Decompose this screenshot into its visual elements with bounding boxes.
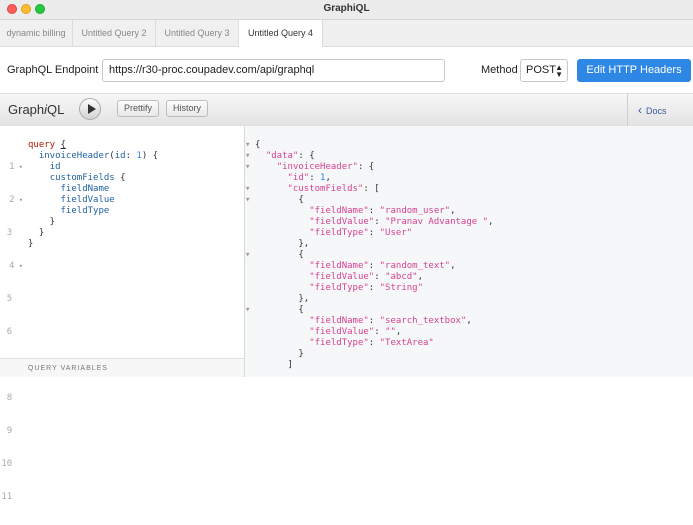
tab-untitled-query-4[interactable]: Untitled Query 4 bbox=[239, 20, 323, 47]
window-title: GraphiQL bbox=[323, 3, 370, 14]
query-variables-toggle[interactable]: QUERY VARIABLES bbox=[0, 358, 244, 377]
select-arrows-icon: ▲ ▼ bbox=[555, 63, 563, 79]
chevron-left-icon: ‹ bbox=[638, 103, 642, 117]
execute-query-button[interactable] bbox=[79, 98, 101, 120]
method-select[interactable]: POST ▲ ▼ bbox=[520, 59, 568, 82]
result-viewer: ▾ ▾ ▾ ▾ ▾ ▾ ▾ { "data": { "invoiceHeader… bbox=[245, 126, 693, 377]
window-titlebar: GraphiQL bbox=[0, 0, 693, 20]
tab-untitled-query-3[interactable]: Untitled Query 3 bbox=[156, 20, 239, 46]
history-button[interactable]: History bbox=[166, 100, 209, 117]
method-label: Method bbox=[481, 64, 518, 76]
endpoint-row: GraphQL Endpoint https://r30-proc.coupad… bbox=[0, 47, 693, 93]
graphiql-toolbar: GraphiQL Prettify History ‹ Docs bbox=[0, 93, 693, 127]
graphiql-logo: GraphiQL bbox=[8, 102, 65, 117]
endpoint-input[interactable]: https://r30-proc.coupadev.com/api/graphq… bbox=[102, 59, 445, 82]
prettify-button[interactable]: Prettify bbox=[117, 100, 160, 117]
tab-dynamic-billing[interactable]: dynamic billing bbox=[0, 20, 73, 46]
edit-http-headers-button[interactable]: Edit HTTP Headers bbox=[577, 59, 691, 82]
tab-bar: dynamic billing Untitled Query 2 Untitle… bbox=[0, 20, 693, 47]
endpoint-label: GraphQL Endpoint bbox=[7, 64, 99, 76]
method-value: POST bbox=[526, 64, 556, 76]
result-fold-gutter: ▾ ▾ ▾ ▾ ▾ ▾ ▾ bbox=[245, 140, 251, 315]
docs-button[interactable]: ‹ Docs bbox=[627, 94, 693, 126]
result-json: { "data": { "invoiceHeader": { "id": 1, … bbox=[255, 140, 494, 370]
query-code[interactable]: query { invoiceHeader(id: 1) { id custom… bbox=[28, 140, 158, 250]
tab-untitled-query-2[interactable]: Untitled Query 2 bbox=[73, 20, 156, 46]
query-editor[interactable]: 1 ▾ 2 ▾ 3 4 ▾ 5 6 7 8 9 10 11 query { in… bbox=[0, 126, 245, 502]
line-number-gutter: 1 ▾ 2 ▾ 3 4 ▾ 5 6 7 8 9 10 11 bbox=[1, 162, 23, 502]
